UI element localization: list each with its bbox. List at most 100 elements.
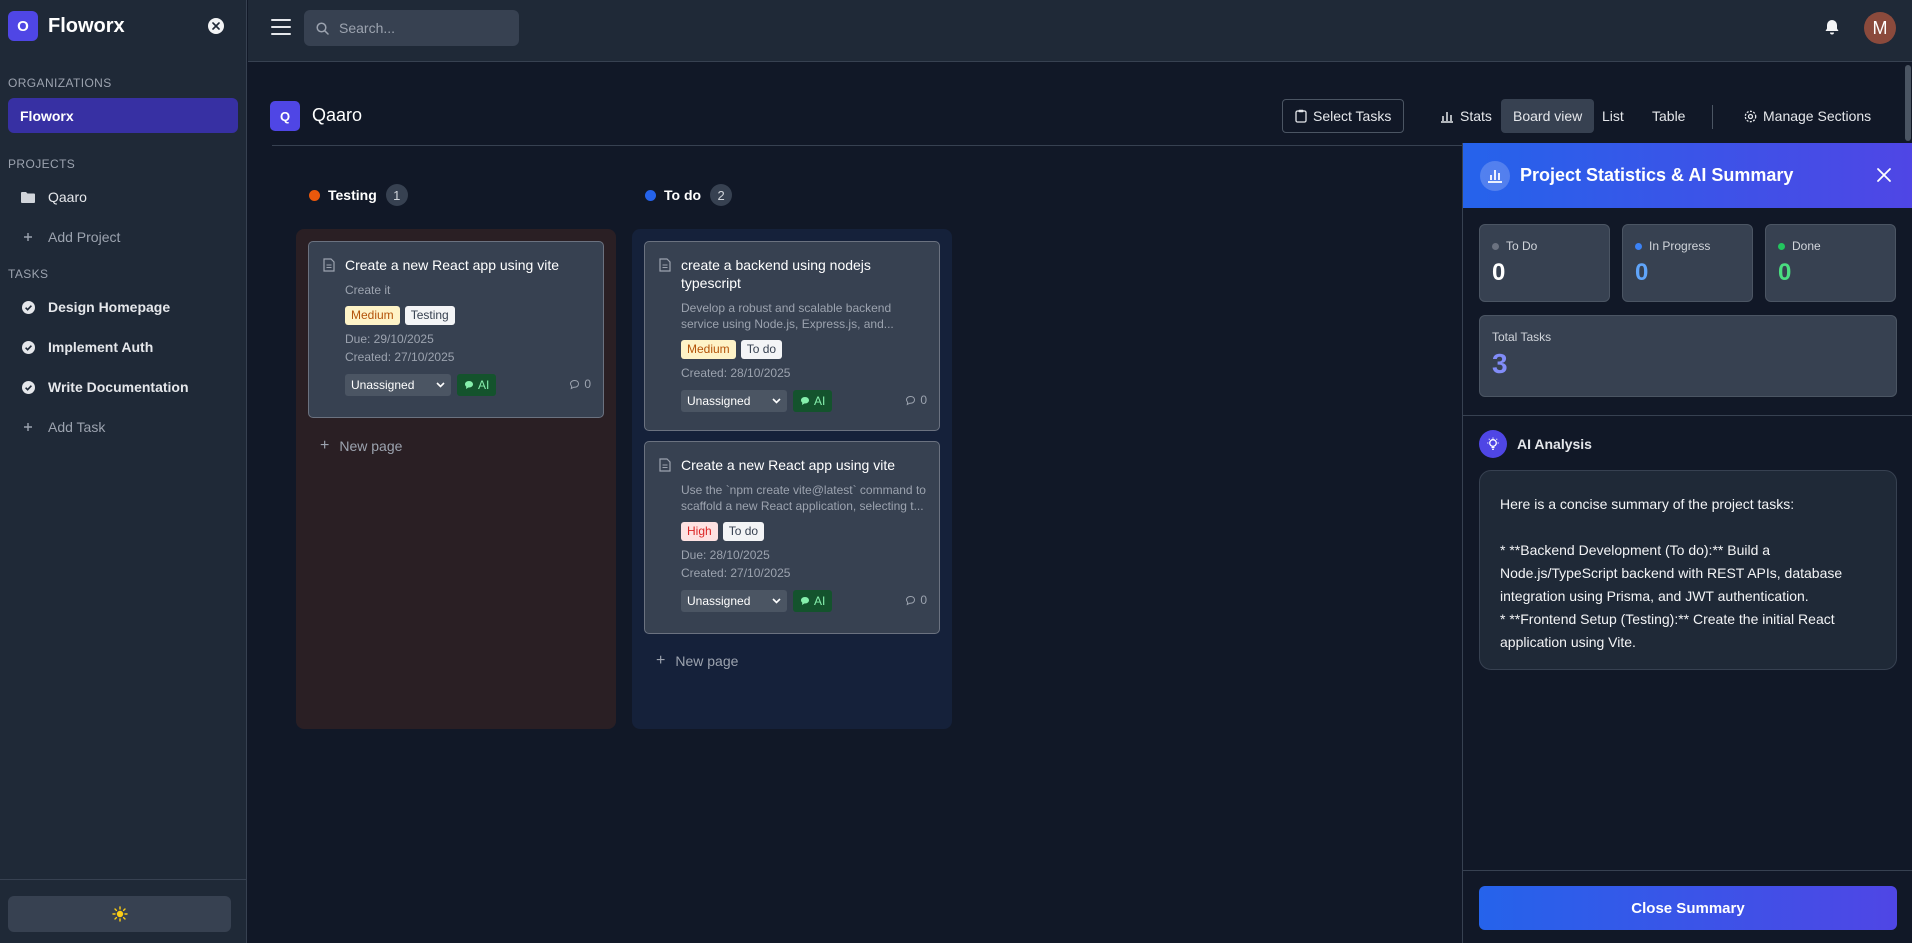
status-dot bbox=[1635, 242, 1642, 250]
assignee-value: Unassigned bbox=[687, 594, 751, 608]
assignee-select[interactable]: Unassigned bbox=[681, 390, 787, 412]
manage-sections-button[interactable]: Manage Sections bbox=[1732, 99, 1883, 133]
gear-icon bbox=[1744, 110, 1757, 122]
status-badge: To do bbox=[722, 522, 765, 541]
sidebar-task-design-homepage[interactable]: Design Homepage bbox=[0, 287, 246, 327]
assignee-select[interactable]: Unassigned bbox=[345, 374, 451, 396]
column-count: 2 bbox=[710, 184, 733, 206]
sidebar: O Floworx ORGANIZATIONS Floworx PROJECTS… bbox=[0, 0, 247, 943]
ai-button[interactable]: AI bbox=[793, 390, 833, 412]
sidebar-item-qaaro[interactable]: Qaaro bbox=[0, 177, 246, 217]
stat-todo: To Do 0 bbox=[1479, 224, 1610, 302]
stat-label: To Do bbox=[1506, 239, 1538, 253]
card-title: Create a new React app using vite bbox=[345, 257, 560, 273]
task-card[interactable]: Create a new React app using vite Create… bbox=[308, 241, 604, 418]
plus-icon bbox=[21, 420, 35, 434]
summary-footer: Close Summary bbox=[1463, 870, 1912, 943]
new-page-button[interactable]: + New page bbox=[656, 652, 738, 670]
stat-label-row: Done bbox=[1778, 239, 1883, 253]
summary-header: Project Statistics & AI Summary bbox=[1463, 143, 1912, 208]
select-tasks-label: Select Tasks bbox=[1313, 108, 1392, 124]
tab-list[interactable]: List bbox=[1590, 99, 1636, 133]
new-page-label: New page bbox=[339, 438, 403, 454]
card-tags: Medium Testing bbox=[345, 306, 591, 325]
brand-name: Floworx bbox=[48, 14, 125, 37]
document-icon bbox=[659, 258, 671, 272]
stat-value: 0 bbox=[1492, 259, 1506, 286]
column-title: Testing bbox=[328, 187, 377, 203]
total-tasks-label: Total Tasks bbox=[1492, 330, 1552, 344]
close-summary-button[interactable]: Close Summary bbox=[1479, 886, 1897, 930]
tab-table[interactable]: Table bbox=[1640, 99, 1697, 133]
status-badge: Testing bbox=[404, 306, 455, 325]
search-input[interactable] bbox=[339, 20, 499, 36]
card-title: Create a new React app using vite bbox=[681, 457, 896, 473]
assignee-value: Unassigned bbox=[687, 394, 751, 408]
plus-icon bbox=[21, 230, 35, 244]
chevron-down-icon bbox=[772, 398, 781, 404]
ai-label: AI bbox=[478, 378, 490, 392]
priority-badge: Medium bbox=[681, 340, 736, 359]
card-description: Develop a robust and scalable backend se… bbox=[681, 301, 894, 331]
comment-count[interactable]: 0 bbox=[905, 393, 927, 407]
task-card[interactable]: Create a new React app using vite Use th… bbox=[644, 441, 940, 634]
list-label: List bbox=[1602, 108, 1624, 124]
plus-icon: + bbox=[656, 652, 666, 669]
document-icon bbox=[323, 258, 335, 272]
column-todo: create a backend using nodejs typescript… bbox=[632, 229, 952, 729]
select-tasks-button[interactable]: Select Tasks bbox=[1282, 99, 1405, 133]
close-icon bbox=[1877, 168, 1891, 182]
ai-label: AI bbox=[814, 394, 826, 408]
stat-label: Done bbox=[1792, 239, 1821, 253]
card-description: Use the `npm create vite@latest` command… bbox=[681, 483, 926, 513]
card-tags: Medium To do bbox=[681, 340, 927, 359]
sidebar-task-label: Implement Auth bbox=[48, 339, 154, 355]
check-circle-icon bbox=[21, 340, 35, 354]
search-icon bbox=[316, 21, 329, 35]
close-icon bbox=[212, 22, 220, 30]
close-panel-button[interactable] bbox=[1876, 167, 1892, 183]
status-dot bbox=[1778, 242, 1785, 250]
sidebar-task-write-documentation[interactable]: Write Documentation bbox=[0, 367, 246, 407]
task-card[interactable]: create a backend using nodejs typescript… bbox=[644, 241, 940, 431]
toolbar-divider bbox=[1712, 105, 1713, 129]
status-badge: To do bbox=[740, 340, 783, 359]
chat-icon bbox=[465, 381, 473, 389]
new-page-button[interactable]: + New page bbox=[320, 437, 402, 455]
card-footer: Unassigned AI 0 bbox=[681, 589, 927, 613]
close-sidebar-button[interactable] bbox=[208, 18, 224, 34]
user-avatar[interactable]: M bbox=[1864, 12, 1896, 44]
card-created-date: Created: 27/10/2025 bbox=[345, 350, 455, 364]
chat-icon bbox=[801, 597, 809, 605]
scrollbar-thumb[interactable] bbox=[1905, 65, 1911, 141]
notifications-button[interactable] bbox=[1823, 18, 1841, 36]
document-icon bbox=[659, 458, 671, 472]
menu-toggle-button[interactable] bbox=[271, 18, 291, 36]
theme-toggle-button[interactable] bbox=[8, 896, 231, 932]
status-dot bbox=[1492, 242, 1499, 250]
add-project-button[interactable]: Add Project bbox=[0, 217, 246, 257]
summary-panel: Project Statistics & AI Summary To Do 0 … bbox=[1462, 143, 1912, 943]
ai-button[interactable]: AI bbox=[457, 374, 497, 396]
tab-board-view[interactable]: Board view bbox=[1501, 99, 1595, 133]
assignee-value: Unassigned bbox=[351, 378, 415, 392]
add-task-button[interactable]: Add Task bbox=[0, 407, 246, 447]
assignee-select[interactable]: Unassigned bbox=[681, 590, 787, 612]
stats-button[interactable]: Stats bbox=[1428, 99, 1504, 133]
check-circle-icon bbox=[21, 300, 35, 314]
card-footer: Unassigned AI 0 bbox=[681, 389, 927, 413]
column-title: To do bbox=[664, 187, 702, 203]
card-title: create a backend using nodejs typescript bbox=[681, 257, 871, 291]
stat-value: 0 bbox=[1635, 259, 1649, 286]
table-label: Table bbox=[1652, 108, 1686, 124]
org-item-floworx[interactable]: Floworx bbox=[8, 98, 238, 133]
ai-button[interactable]: AI bbox=[793, 590, 833, 612]
comment-count[interactable]: 0 bbox=[905, 593, 927, 607]
check-circle-icon bbox=[21, 380, 35, 394]
search-box[interactable] bbox=[304, 10, 519, 46]
comment-count-value: 0 bbox=[584, 377, 591, 391]
comment-count[interactable]: 0 bbox=[569, 377, 591, 391]
sidebar-task-implement-auth[interactable]: Implement Auth bbox=[0, 327, 246, 367]
summary-title: Project Statistics & AI Summary bbox=[1520, 165, 1794, 185]
add-task-label: Add Task bbox=[48, 419, 106, 435]
